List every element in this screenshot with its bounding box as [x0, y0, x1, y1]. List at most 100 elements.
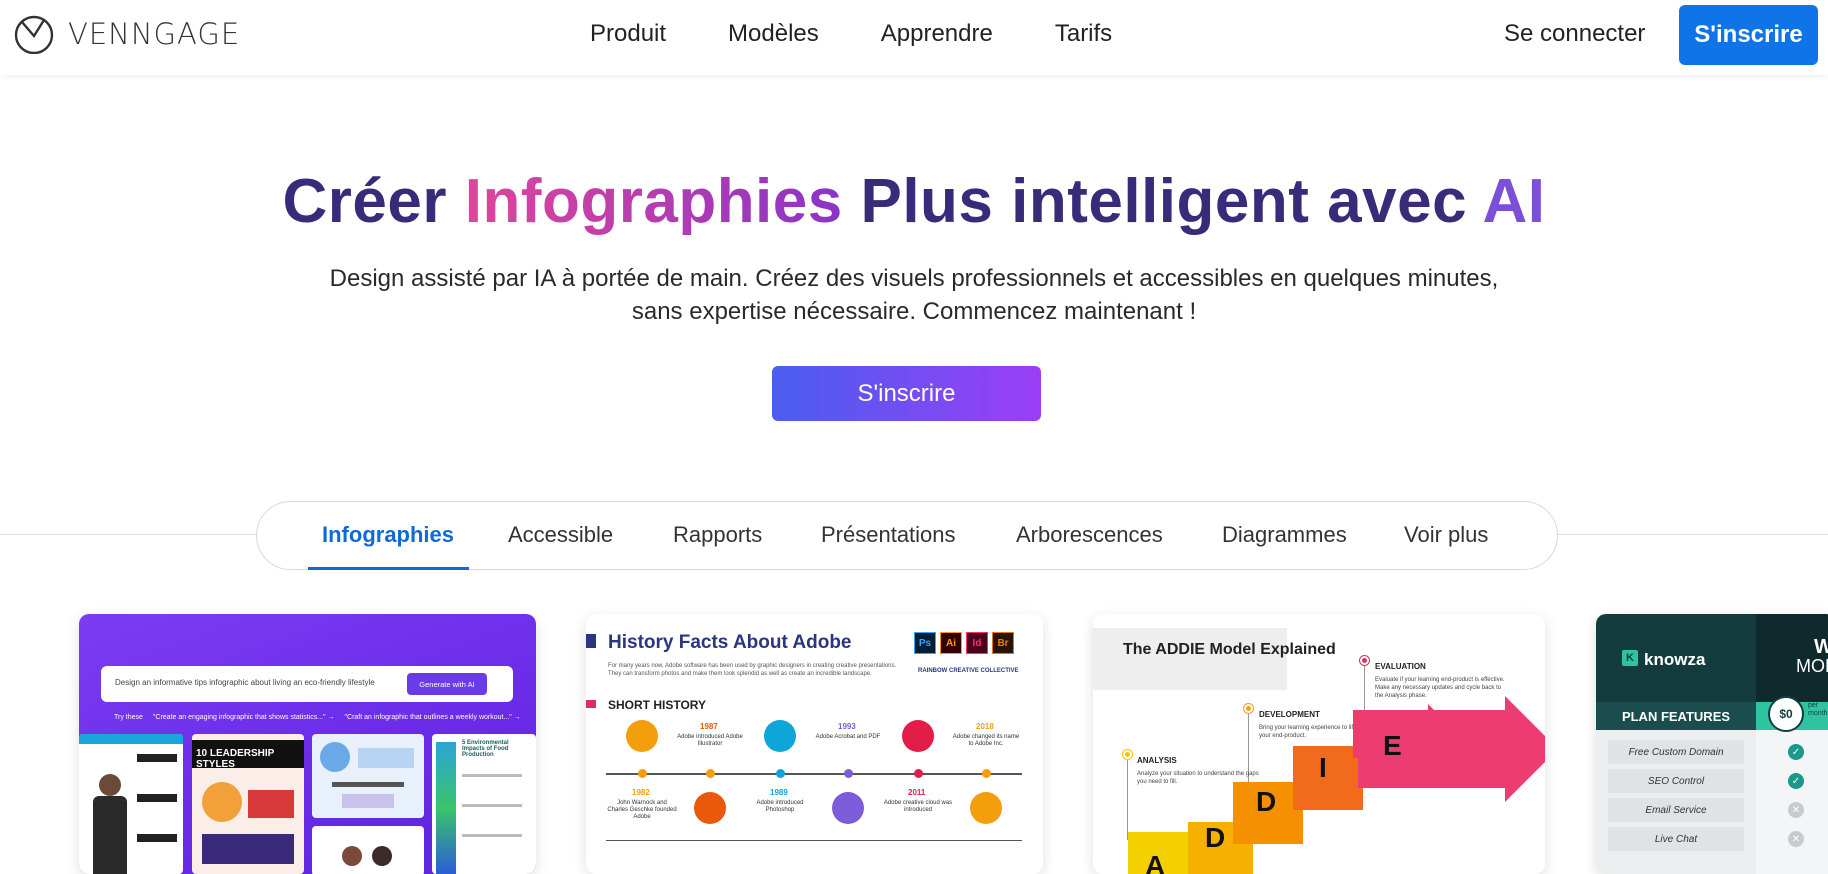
timeline-year: 1987 — [700, 722, 718, 731]
ai-prompt-input[interactable]: Design an informative tips infographic a… — [101, 666, 513, 702]
section-accent-bar — [586, 700, 596, 708]
cloud-icon — [902, 720, 934, 752]
signup-button-header[interactable]: S'inscrire — [1679, 5, 1818, 65]
nav-modeles[interactable]: Modèles — [728, 20, 819, 48]
tab-presentations[interactable]: Présentations — [821, 522, 956, 548]
timeline-year: 2018 — [976, 722, 994, 731]
signup-button-hero[interactable]: S'inscrire — [772, 366, 1041, 421]
knowza-logo-text: knowza — [1644, 650, 1706, 669]
signin-link[interactable]: Se connecter — [1504, 20, 1645, 48]
timeline-year: 1989 — [770, 788, 788, 797]
feature-row: Live Chat — [1608, 827, 1744, 851]
mini-infographic-pyramid — [312, 734, 424, 818]
template-card-addie-model[interactable]: The ADDIE Model Explained EVALUATION Eva… — [1093, 614, 1545, 874]
tab-diagrammes[interactable]: Diagrammes — [1222, 522, 1347, 548]
timeline-axis — [606, 773, 1022, 775]
tab-accessible[interactable]: Accessible — [508, 522, 613, 548]
feature-row: SEO Control — [1608, 769, 1744, 793]
timeline-bottom-rule — [606, 840, 1022, 841]
try-suggestion-1[interactable]: "Create an engaging infographic that sho… — [153, 714, 335, 721]
feature-row: Email Service — [1608, 798, 1744, 822]
hero-title-part1: Créer — [282, 167, 465, 236]
nav-produit[interactable]: Produit — [590, 20, 666, 48]
adobe-app-icons: Ps Ai Id Br — [914, 632, 1014, 654]
mini-infographic-leadership: 10 LEADERSHIP STYLES — [192, 734, 304, 874]
adobe-description: For many years now, Adobe software has b… — [608, 663, 897, 677]
addie-staircase-graphic — [1128, 696, 1545, 874]
lightbulb-icon — [626, 720, 658, 752]
top-navbar: VENNGAGE Produit Modèles Apprendre Tarif… — [0, 0, 1828, 75]
timeline-dot — [844, 769, 853, 778]
mini-infographic-1 — [79, 734, 183, 874]
cross-icon: ✕ — [1788, 802, 1804, 818]
hero-title-highlight: Infographies — [464, 167, 843, 236]
timeline-text: Adobe Acrobat and PDF — [815, 734, 881, 740]
rainbow-collective-label: RAINBOW CREATIVE COLLECTIVE — [918, 668, 1019, 674]
timeline-text: Adobe changed its name to Adobe Inc. — [952, 734, 1020, 747]
try-suggestion-2[interactable]: "Craft an infographic that outlines a we… — [345, 714, 521, 721]
addie-letter-d2: D — [1256, 786, 1277, 817]
ai-prompt-text: Design an informative tips infographic a… — [115, 678, 375, 687]
indesign-icon: Id — [966, 632, 988, 654]
addie-letter-e: E — [1383, 730, 1402, 761]
timeline-text: Adobe introduced Adobe Illustrator — [677, 734, 743, 747]
timeline-year: 2011 — [908, 788, 926, 797]
timeline-text: John Warnock and Charles Geschke founded… — [607, 800, 677, 820]
document-icon — [694, 792, 726, 824]
mini-infographic-environment-title: 5 Environmental Impacts of Food Producti… — [462, 740, 509, 758]
template-card-ai-generator[interactable]: Design an informative tips infographic a… — [79, 614, 536, 874]
main-menu: Produit Modèles Apprendre Tarifs — [590, 20, 1112, 48]
hero-subtitle: Design assisté par IA à portée de main. … — [329, 265, 1499, 325]
timeline-dot — [776, 769, 785, 778]
active-tab-indicator — [308, 567, 469, 570]
pdf-icon — [832, 792, 864, 824]
timeline-dot — [706, 769, 715, 778]
feature-row: Free Custom Domain — [1608, 740, 1744, 764]
tab-arborescences[interactable]: Arborescences — [1016, 522, 1163, 548]
try-suggestions: Try these "Create an engaging infographi… — [114, 714, 521, 721]
knowza-logo-icon: K — [1622, 650, 1638, 666]
tab-infographies[interactable]: Infographies — [322, 522, 454, 548]
nav-apprendre[interactable]: Apprendre — [881, 20, 993, 48]
mini-infographic-leadership-title: 10 LEADERSHIP STYLES — [192, 740, 304, 770]
addie-letter-d1: D — [1205, 822, 1226, 853]
mini-infographic-guide — [312, 826, 424, 874]
venngage-logo-icon — [14, 15, 54, 54]
timeline-dot — [638, 769, 647, 778]
brand-name: VENNGAGE — [68, 17, 241, 51]
nav-tarifs[interactable]: Tarifs — [1055, 20, 1112, 48]
template-card-adobe-history[interactable]: History Facts About Adobe For many years… — [586, 614, 1043, 874]
bridge-icon: Br — [992, 632, 1014, 654]
psd-file-icon — [764, 720, 796, 752]
timeline-year: 1982 — [632, 788, 650, 797]
generate-with-ai-button[interactable]: Generate with AI — [407, 673, 487, 695]
adobe-title: History Facts About Adobe — [608, 632, 852, 653]
venngage-logo[interactable]: VENNGAGE — [14, 14, 240, 54]
addie-letter-a: A — [1145, 850, 1166, 874]
timeline-text: Adobe introduced Photoshop — [756, 800, 804, 813]
mini-infographic-environment: 5 Environmental Impacts of Food Producti… — [432, 734, 536, 874]
timeline-dot — [914, 769, 923, 778]
plan-price-period: per month — [1808, 702, 1828, 717]
photoshop-icon: Ps — [914, 632, 936, 654]
hero-title: Créer Infographies Plus intelligent avec… — [0, 166, 1828, 237]
short-history-heading: SHORT HISTORY — [608, 698, 707, 712]
title-accent-bar — [586, 634, 596, 648]
addie-letter-i: I — [1319, 752, 1327, 783]
cross-icon: ✕ — [1788, 831, 1804, 847]
plan-period-partial: MONT — [1796, 656, 1828, 676]
plan-price-badge: $0 — [1768, 696, 1804, 732]
pen-icon — [970, 792, 1002, 824]
tab-rapports[interactable]: Rapports — [673, 522, 762, 548]
tab-voir-plus[interactable]: Voir plus — [1404, 522, 1488, 548]
timeline-text: Adobe creative cloud was introduced — [883, 800, 953, 813]
check-icon: ✓ — [1788, 744, 1804, 760]
template-card-knowza-pricing[interactable]: K knowza PLAN FEATURES W MONT $0 per mon… — [1596, 614, 1828, 874]
try-label: Try these — [114, 714, 143, 721]
hero-title-ai: AI — [1482, 167, 1546, 236]
timeline-year: 1993 — [838, 722, 856, 731]
hero-title-part3: Plus intelligent avec — [842, 167, 1483, 236]
timeline-dot — [982, 769, 991, 778]
plan-features-label: PLAN FEATURES — [1596, 702, 1756, 730]
category-tabs: Infographies Accessible Rapports Présent… — [256, 501, 1558, 570]
